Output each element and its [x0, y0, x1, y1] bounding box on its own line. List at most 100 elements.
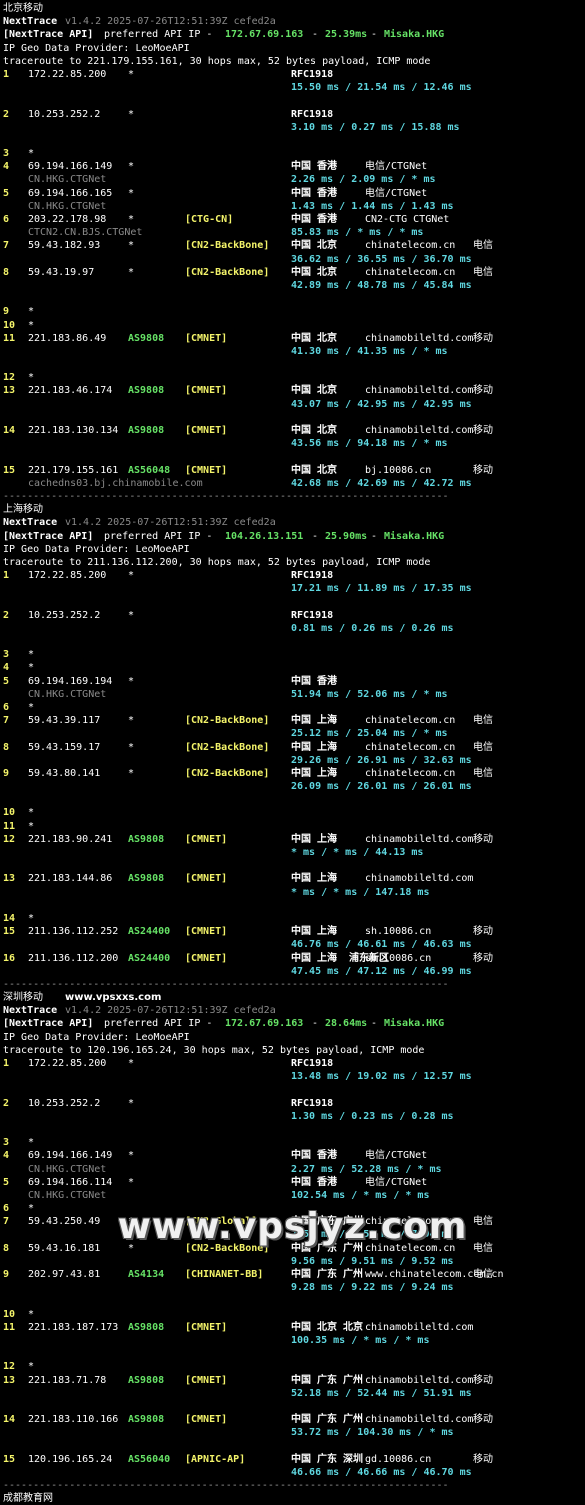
hop-row: 14 221.183.110.166 AS9808 [CMNET] 中国 广东 广州 ch… — [3, 1413, 585, 1426]
hop-isp: 移动 — [473, 1374, 493, 1386]
hop-geo: 中国 香港 — [291, 1150, 338, 1162]
hop-owner: chinatelecom.cn — [365, 715, 456, 727]
hop-detail: CN.HKG.CTGNet 1.43 ms / 1.44 ms / 1.43 ms — [3, 200, 585, 213]
hop-number: 14 — [3, 912, 16, 924]
hop-number: 2 — [3, 1097, 10, 1109]
hop-rtt: 100.35 ms / * ms / * ms — [291, 1334, 430, 1346]
hop-number: 16 — [3, 952, 16, 964]
hop-timeout: * — [28, 1361, 35, 1373]
hop-tag: [CTG-CN] — [185, 214, 234, 225]
hop-tag: [CN2-BackBone] — [185, 741, 270, 753]
hop-ip: 59.43.19.97 — [28, 266, 95, 278]
hop-number: 9 — [3, 306, 10, 318]
hop-geo: 中国 北京 — [291, 240, 338, 252]
separator: ----------------------------------------… — [3, 490, 449, 502]
hop-detail: CN.HKG.CTGNet 51.94 ms / 52.06 ms / * ms — [3, 688, 585, 701]
hop-asn: * — [128, 675, 135, 687]
hop-asn: AS56040 — [128, 1453, 171, 1465]
hop-ip: 59.43.16.181 — [28, 1242, 101, 1254]
hop-ip: 211.136.112.252 — [28, 926, 119, 938]
hop-number: 3 — [3, 1137, 10, 1149]
hop-isp: 移动 — [473, 464, 493, 476]
hop-tag: [CMNET] — [185, 1414, 228, 1426]
hop-row: 2 10.253.252.2 * RFC1918 — [3, 108, 585, 121]
api-label: preferred API IP - — [98, 1018, 219, 1030]
hop-asn: * — [128, 1097, 135, 1109]
hop-tag: [CN2-BackBone] — [185, 240, 270, 252]
hop-tag: [CHINANET-BB] — [185, 1269, 264, 1280]
hop-owner: chinatelecom.cn — [365, 767, 456, 779]
hop-row: 1 172.22.85.200 * RFC1918 — [3, 68, 585, 81]
hop-rtt: 15.50 ms / 21.54 ms / 12.46 ms — [291, 82, 472, 94]
app-version: v1.4.2 2025-07-26T12:51:39Z cefed2a — [65, 16, 276, 28]
api-ip: 172.67.69.163 — [225, 1018, 304, 1030]
hop-geo: 中国 广东 广州 — [291, 1374, 364, 1386]
hop-detail: 15.50 ms / 21.54 ms / 12.46 ms — [3, 81, 585, 94]
hop-isp: 电信 — [473, 741, 493, 753]
hop-ip: 221.183.71.78 — [28, 1374, 107, 1386]
hop-number: 11 — [3, 332, 16, 344]
hop-owner: chinatelecom.cn — [365, 266, 456, 278]
hop-hostname: CTCN2.CN.BJS.CTGNet — [28, 227, 143, 239]
hop-hostname: CN.HKG.CTGNet — [28, 1189, 107, 1201]
hop-number: 3 — [3, 148, 10, 160]
traceroute-cmd: traceroute to 221.179.155.161, 30 hops m… — [3, 55, 431, 67]
hop-geo: 中国 北京 — [291, 425, 338, 436]
hop-row: 14 221.183.130.134 AS9808 [CMNET] 中国 北京 china… — [3, 424, 585, 437]
traceroute-line: traceroute to 211.136.112.200, 30 hops m… — [3, 556, 585, 569]
hop-asn: AS9808 — [128, 1374, 165, 1386]
hop-rtt: 9.28 ms / 9.22 ms / 9.24 ms — [291, 1282, 454, 1294]
hop-row-timeout: 6 * — [3, 701, 585, 714]
separator: ----------------------------------------… — [3, 978, 449, 990]
hop-row: 9 59.43.80.141 * [CN2-BackBone] 中国 上海 chinate… — [3, 767, 585, 780]
hop-ip: 221.183.130.134 — [28, 425, 119, 436]
hop-rtt: 17.21 ms / 11.89 ms / 17.35 ms — [291, 583, 472, 595]
hop-isp: 移动 — [473, 1414, 493, 1426]
hop-number: 1 — [3, 1058, 10, 1069]
hop-detail: 0.81 ms / 0.26 ms / 0.26 ms — [3, 622, 585, 635]
hop-tag: [CMNET] — [185, 425, 228, 436]
hop-hostname: CN.HKG.CTGNet — [28, 200, 107, 212]
hop-row-timeout: 3 * — [3, 648, 585, 661]
hop-detail: cachedns03.bj.chinamobile.com 42.68 ms / … — [3, 477, 585, 490]
hop-owner: chinamobileltd.com — [365, 425, 474, 436]
hop-row-timeout: 10 * — [3, 806, 585, 819]
api-ip: 104.26.13.151 — [225, 530, 304, 542]
hop-geo: 中国 上海 — [291, 926, 338, 938]
hop-rtt: 3.10 ms / 0.27 ms / 15.88 ms — [291, 121, 460, 133]
hop-owner: chinatelecom.cn — [365, 240, 456, 252]
hop-timeout: * — [28, 148, 35, 160]
hop-tag: [CMNET] — [185, 1374, 228, 1386]
section-separator: ----------------------------------------… — [3, 978, 585, 991]
api-prefix: [NextTrace API] — [3, 530, 94, 542]
hop-detail: 43.56 ms / 94.18 ms / * ms — [3, 437, 585, 450]
hop-geo: 中国 广东 广州 — [291, 1414, 364, 1426]
hop-ip: 10.253.252.2 — [28, 1097, 101, 1109]
hop-rtt: * ms / * ms / 44.13 ms — [291, 847, 424, 858]
hop-number: 6 — [3, 701, 10, 713]
api-dash: - — [306, 29, 325, 41]
hop-detail: 100.35 ms / * ms / * ms — [3, 1334, 585, 1347]
hop-detail: 43.07 ms / 42.95 ms / 42.95 ms — [3, 398, 585, 411]
hop-asn: * — [128, 1150, 135, 1162]
hop-owner: bj.10086.cn — [365, 464, 432, 476]
hop-tag: [CMNET] — [185, 1321, 228, 1333]
hop-number: 1 — [3, 570, 10, 582]
hop-isp: 电信 — [473, 715, 493, 727]
hop-detail: * ms / * ms / 44.13 ms — [3, 846, 585, 859]
hop-row-timeout: 4 * — [3, 661, 585, 674]
hop-ip: 221.183.187.173 — [28, 1321, 119, 1333]
hop-asn: * — [128, 108, 135, 120]
footer-line: 成都教育网 — [3, 1492, 585, 1505]
hop-ip: 211.136.112.200 — [28, 952, 119, 964]
hop-row-timeout: 10 * — [3, 1308, 585, 1321]
hop-row-timeout: 9 * — [3, 305, 585, 318]
api-line: [NextTrace API] preferred API IP - 172.6… — [3, 1017, 585, 1030]
hop-tag: [CN2-BackBone] — [185, 767, 270, 779]
hop-geo: 中国 上海 — [291, 741, 338, 753]
hop-detail: 46.76 ms / 46.61 ms / 46.63 ms — [3, 938, 585, 951]
hop-ip: 221.183.90.241 — [28, 833, 113, 845]
